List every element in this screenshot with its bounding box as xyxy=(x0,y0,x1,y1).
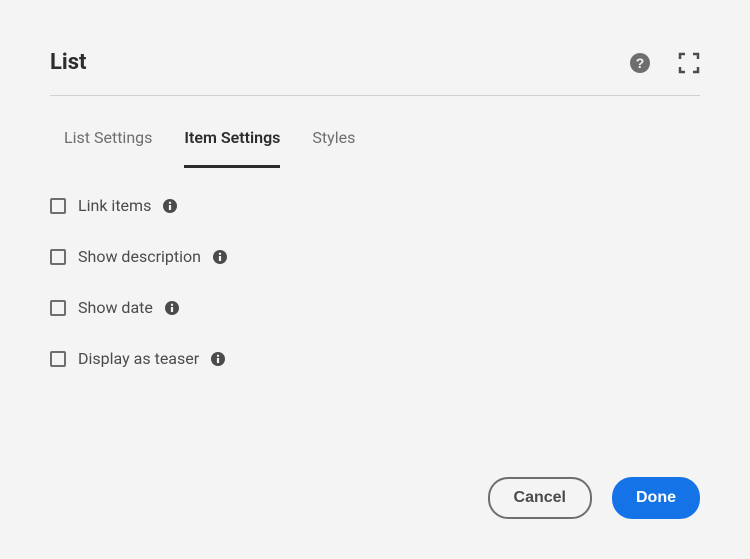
checkbox-link-items[interactable] xyxy=(50,198,66,214)
help-icon[interactable]: ? xyxy=(630,53,650,73)
checkbox-row-show-description: Show description xyxy=(50,247,700,266)
tabs-row: List Settings Item Settings Styles xyxy=(50,128,700,168)
checkbox-row-display-teaser: Display as teaser xyxy=(50,349,700,368)
svg-text:?: ? xyxy=(636,55,645,71)
checkbox-show-date[interactable] xyxy=(50,300,66,316)
done-button[interactable]: Done xyxy=(612,477,700,519)
checkbox-row-link-items: Link items xyxy=(50,196,700,215)
checkbox-show-description[interactable] xyxy=(50,249,66,265)
info-icon[interactable] xyxy=(163,199,177,213)
tab-styles[interactable]: Styles xyxy=(312,128,355,168)
info-icon[interactable] xyxy=(213,250,227,264)
tab-list-settings[interactable]: List Settings xyxy=(64,128,152,168)
checkbox-label: Link items xyxy=(78,196,151,215)
checkbox-label: Show description xyxy=(78,247,201,266)
dialog-title: List xyxy=(50,50,86,75)
checkbox-display-teaser[interactable] xyxy=(50,351,66,367)
cancel-button[interactable]: Cancel xyxy=(488,477,592,519)
checkbox-row-show-date: Show date xyxy=(50,298,700,317)
tab-content: Link items Show description xyxy=(50,168,700,457)
header-icons: ? xyxy=(630,52,700,74)
fullscreen-icon[interactable] xyxy=(678,52,700,74)
tab-item-settings[interactable]: Item Settings xyxy=(184,128,280,168)
info-icon[interactable] xyxy=(165,301,179,315)
checkbox-label: Display as teaser xyxy=(78,349,199,368)
dialog-header: List ? xyxy=(50,50,700,96)
list-settings-dialog: List ? List Settings Item Settings Style… xyxy=(0,0,750,559)
dialog-footer: Cancel Done xyxy=(50,457,700,519)
checkbox-label: Show date xyxy=(78,298,153,317)
info-icon[interactable] xyxy=(211,352,225,366)
